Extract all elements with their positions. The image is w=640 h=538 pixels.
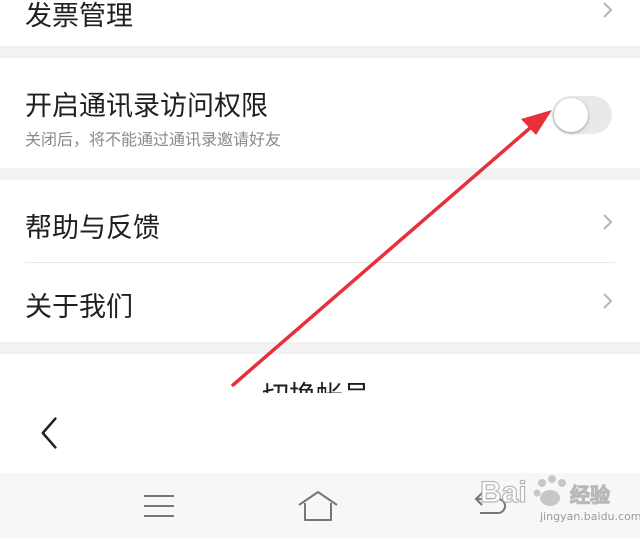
chevron-right-icon (603, 293, 613, 309)
chevron-right-icon (603, 2, 613, 18)
back-bar (0, 393, 640, 473)
invoice-label: 发票管理 (25, 1, 133, 32)
contacts-permission-description: 关闭后，将不能通过通讯录邀请好友 (25, 130, 282, 149)
help-feedback-row[interactable]: 帮助与反馈 (0, 180, 640, 262)
watermark-url: jingyan.baidu.com (540, 510, 640, 523)
about-us-row[interactable]: 关于我们 (0, 263, 640, 342)
toggle-knob (554, 98, 588, 132)
invoice-row[interactable]: 发票管理 (0, 0, 640, 46)
help-about-group: 帮助与反馈 关于我们 (0, 180, 640, 342)
back-arrow-icon[interactable] (38, 415, 62, 451)
about-us-label: 关于我们 (25, 292, 133, 323)
svg-text:Bai: Bai (480, 476, 527, 509)
menu-icon[interactable] (142, 493, 176, 519)
contacts-permission-label: 开启通讯录访问权限 (25, 91, 268, 122)
home-icon[interactable] (296, 489, 340, 523)
contacts-permission-toggle[interactable] (552, 96, 612, 134)
svg-text:经验: 经验 (570, 483, 610, 507)
switch-account-row[interactable]: 切换帐号 (0, 354, 640, 412)
contacts-permission-row: 开启通讯录访问权限 关闭后，将不能通过通讯录邀请好友 (0, 58, 640, 168)
chevron-right-icon (603, 214, 613, 230)
help-feedback-label: 帮助与反馈 (25, 213, 160, 244)
